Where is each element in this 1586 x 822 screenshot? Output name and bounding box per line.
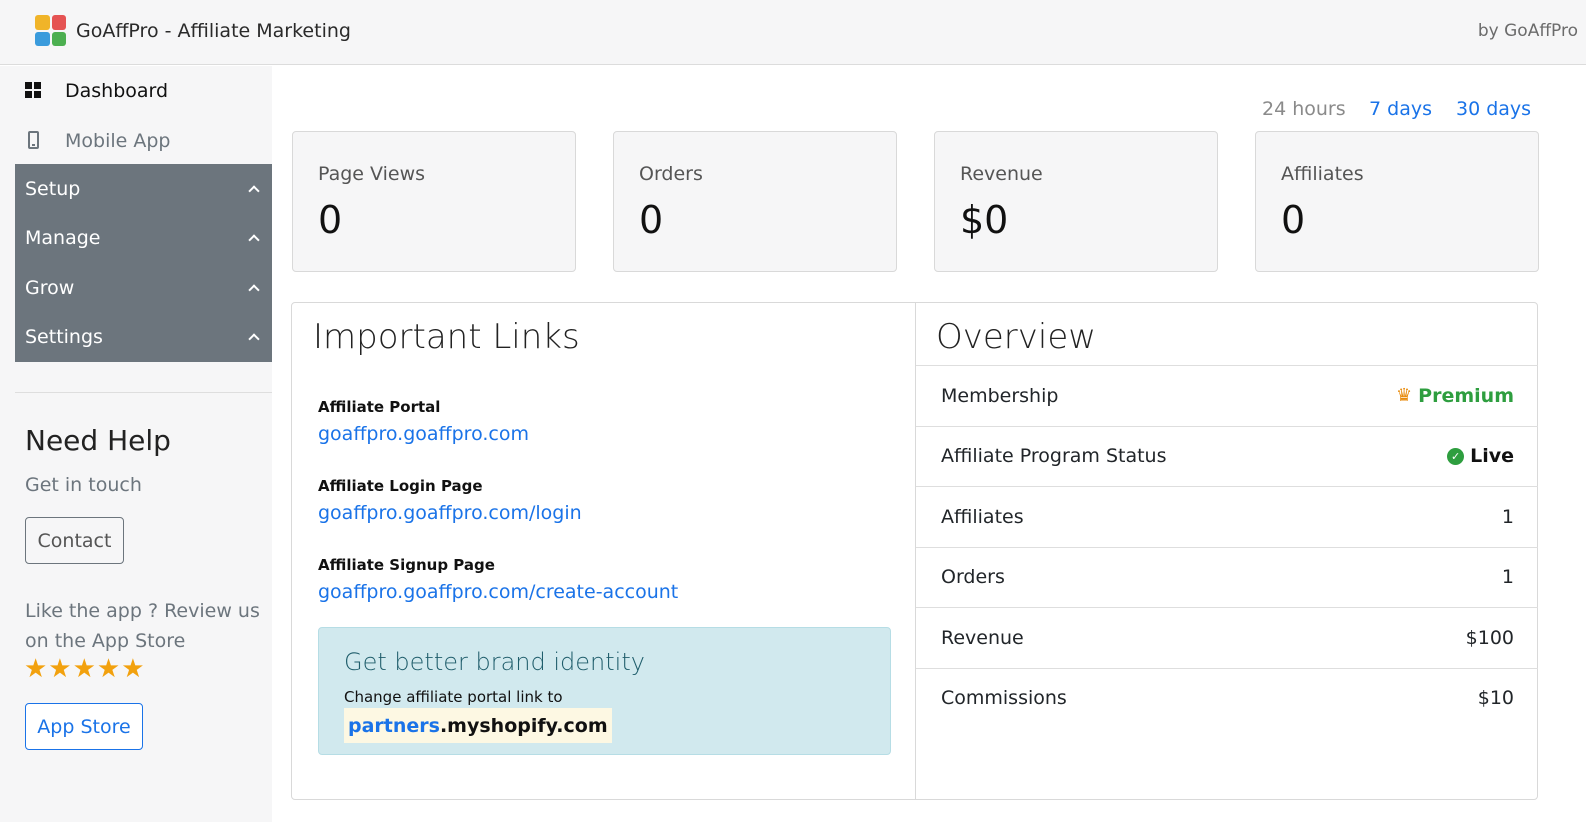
contact-button[interactable]: Contact [25,517,124,564]
dashboard-icon [25,82,45,102]
overview-row-commissions: Commissions $10 [916,667,1538,729]
brand-callout-text: Change affiliate portal link to [344,688,563,706]
overview-row-revenue: Revenue $100 [916,607,1538,668]
overview-row-affiliates: Affiliates 1 [916,486,1538,547]
link-label: Affiliate Portal [318,398,441,416]
chevron-up-icon [248,284,260,296]
overview-value: $100 [1465,626,1514,649]
chevron-up-icon [248,185,260,197]
affiliate-signup-link[interactable]: goaffpro.goaffpro.com/create-account [318,581,678,603]
chevron-up-icon [248,333,260,345]
goaffpro-logo-icon [35,15,66,46]
range-30-days[interactable]: 30 days [1456,98,1531,120]
sidebar: Dashboard Mobile App Setup Manage Grow S… [0,66,272,822]
stat-label: Affiliates [1281,163,1364,185]
overview-value: $10 [1477,687,1514,710]
stat-card-revenue: Revenue $0 [934,131,1218,272]
overview-label: Affiliate Program Status [941,445,1167,468]
stat-card-page-views: Page Views 0 [292,131,576,272]
sidebar-item-label: Dashboard [65,80,169,102]
sidebar-group-label: Manage [25,227,101,250]
link-label: Affiliate Signup Page [318,556,495,574]
membership-value: Premium [1418,384,1514,407]
stat-value: 0 [639,198,664,242]
sidebar-group-grow[interactable]: Grow [15,263,272,313]
rating-stars-icon: ★★★★★ [24,654,146,684]
stat-card-affiliates: Affiliates 0 [1255,131,1539,272]
important-links-title: Important Links [313,317,580,357]
top-bar: GoAffPro - Affiliate Marketing by GoAffP… [0,0,1586,65]
stat-label: Revenue [960,163,1043,185]
overview-label: Membership [941,384,1059,407]
sidebar-item-label: Mobile App [65,130,171,152]
sidebar-group-label: Settings [25,326,103,349]
sidebar-group-label: Setup [25,177,81,200]
custom-domain-example: partners .myshopify.com [344,708,612,743]
help-subtitle: Get in touch [25,474,142,496]
help-title: Need Help [25,424,171,457]
domain-rest: .myshopify.com [439,714,608,737]
sidebar-group-manage[interactable]: Manage [15,214,272,264]
sidebar-group-settings[interactable]: Settings [15,313,272,363]
sidebar-divider [15,392,272,393]
overview-label: Commissions [941,687,1067,710]
overview-label: Affiliates [941,505,1024,528]
sidebar-item-mobile-app[interactable]: Mobile App [15,116,272,166]
review-prompt: Like the app ? Review us on the App Stor… [25,600,260,652]
affiliate-login-link[interactable]: goaffpro.goaffpro.com/login [318,502,582,524]
overview-value: 1 [1501,566,1514,589]
overview-row-status: Affiliate Program Status ✓ Live [916,425,1538,487]
developer-label: by GoAffPro [1477,21,1578,41]
info-panels: Important Links Affiliate Portal goaffpr… [291,302,1538,800]
overview-label: Orders [941,566,1005,589]
overview-title: Overview [936,317,1097,357]
crown-icon: ♛ [1396,385,1413,407]
range-24-hours[interactable]: 24 hours [1262,98,1346,120]
app-title: GoAffPro - Affiliate Marketing [76,20,351,42]
stat-value: $0 [960,198,1009,242]
chevron-up-icon [248,234,260,246]
overview-value: 1 [1501,505,1514,528]
brand-identity-callout: Get better brand identity Change affilia… [318,627,891,755]
link-label: Affiliate Login Page [318,477,483,495]
overview-label: Revenue [941,626,1024,649]
stat-label: Orders [639,163,703,185]
overview-row-membership: Membership ♛ Premium [916,365,1538,426]
range-7-days[interactable]: 7 days [1369,98,1432,120]
stat-value: 0 [318,198,343,242]
affiliate-portal-link[interactable]: goaffpro.goaffpro.com [318,423,529,445]
overview-row-orders: Orders 1 [916,546,1538,608]
sidebar-groups: Setup Manage Grow Settings [15,164,272,362]
stat-value: 0 [1281,198,1306,242]
phone-icon [25,131,45,151]
check-circle-icon: ✓ [1447,447,1465,465]
stat-label: Page Views [318,163,426,185]
status-value: Live [1470,445,1514,468]
sidebar-group-label: Grow [25,276,75,299]
stat-card-orders: Orders 0 [613,131,897,272]
brand-callout-title: Get better brand identity [344,648,645,676]
sidebar-item-dashboard[interactable]: Dashboard [15,66,272,116]
domain-subdomain: partners [348,714,440,737]
sidebar-group-setup[interactable]: Setup [15,164,272,214]
app-store-button[interactable]: App Store [25,703,143,750]
